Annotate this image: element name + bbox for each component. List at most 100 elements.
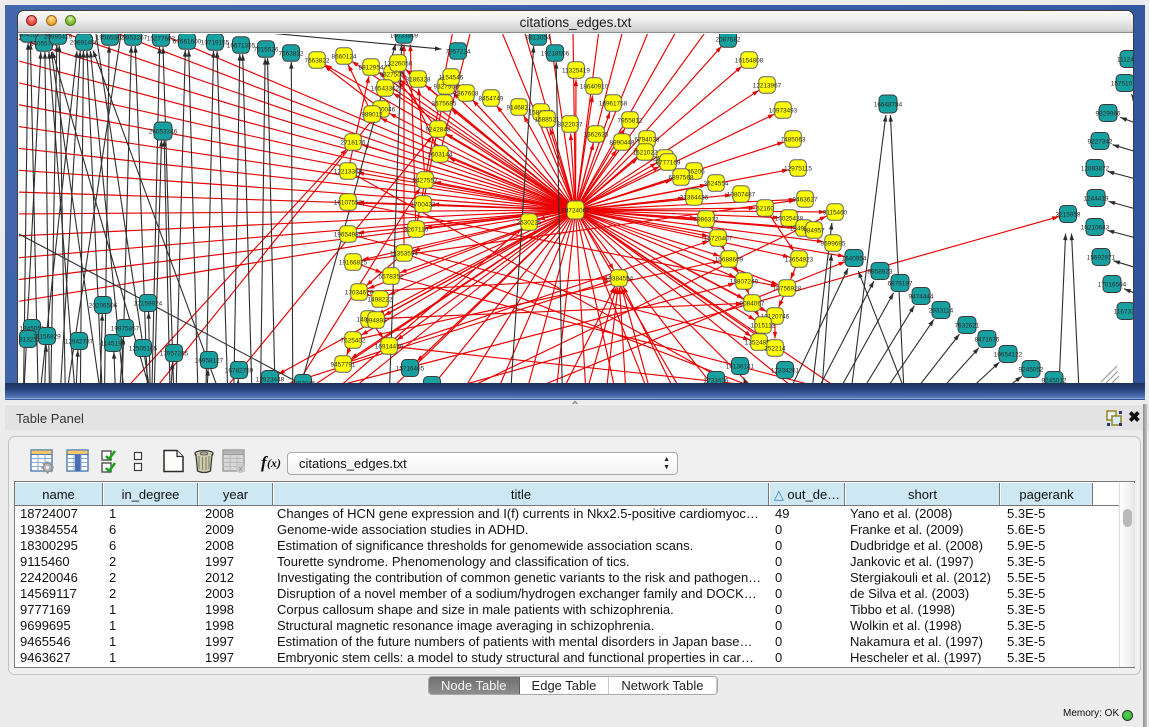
- svg-text:7663822: 7663822: [305, 58, 330, 65]
- svg-text:11353594: 11353594: [390, 251, 418, 258]
- svg-text:16648784: 16648784: [874, 102, 903, 109]
- svg-text:x: x: [239, 466, 243, 473]
- svg-text:18807249: 18807249: [730, 279, 759, 286]
- svg-text:16107552: 16107552: [334, 200, 363, 207]
- svg-text:15716485: 15716485: [396, 366, 425, 373]
- svg-text:(x): (x): [267, 456, 281, 470]
- svg-text:17159924: 17159924: [134, 301, 163, 308]
- svg-text:10973493: 10973493: [769, 108, 798, 115]
- svg-text:3675685: 3675685: [432, 101, 457, 108]
- svg-text:252214: 252214: [764, 346, 786, 353]
- svg-text:984957: 984957: [803, 228, 825, 235]
- svg-text:3215958: 3215958: [1056, 212, 1081, 219]
- svg-text:15277602: 15277602: [147, 36, 176, 43]
- svg-text:8958923: 8958923: [868, 269, 893, 276]
- svg-text:1112447: 1112447: [1117, 57, 1134, 64]
- svg-text:20691406: 20691406: [70, 40, 99, 47]
- svg-text:10756928: 10756928: [773, 286, 802, 293]
- svg-text:10210643: 10210643: [1081, 225, 1110, 232]
- svg-text:9245052: 9245052: [1019, 367, 1044, 374]
- svg-text:1588521: 1588521: [535, 117, 560, 124]
- svg-text:994893: 994893: [365, 318, 387, 325]
- svg-text:8454749: 8454749: [479, 96, 504, 103]
- svg-text:9474444: 9474444: [909, 294, 934, 301]
- svg-text:16961758: 16961758: [599, 101, 628, 108]
- svg-text:18724007: 18724007: [561, 208, 590, 215]
- svg-text:12213967: 12213967: [753, 83, 782, 90]
- svg-text:10688609: 10688609: [715, 257, 744, 264]
- svg-text:8813054: 8813054: [526, 35, 551, 42]
- svg-text:12942737: 12942737: [65, 339, 94, 346]
- svg-text:15692971: 15692971: [1087, 255, 1116, 262]
- svg-text:7957224: 7957224: [446, 49, 471, 56]
- svg-text:16543362: 16543362: [371, 86, 400, 93]
- svg-text:7986372: 7986372: [694, 217, 719, 224]
- svg-text:9327505: 9327505: [380, 72, 405, 79]
- svg-text:12213369: 12213369: [334, 169, 363, 176]
- svg-text:16782759: 16782759: [225, 368, 254, 375]
- svg-text:12093872: 12093872: [1081, 166, 1110, 173]
- svg-text:2718176: 2718176: [341, 140, 366, 147]
- svg-text:1015112: 1015112: [751, 323, 776, 330]
- svg-text:1640954: 1640954: [842, 256, 867, 263]
- svg-text:13654923: 13654923: [785, 257, 814, 264]
- svg-text:9115460: 9115460: [823, 210, 848, 217]
- svg-text:14136141: 14136141: [726, 364, 755, 371]
- svg-text:1154546: 1154546: [439, 75, 464, 82]
- svg-text:12505105: 12505105: [129, 346, 158, 353]
- svg-text:10719155: 10719155: [201, 40, 230, 47]
- svg-text:2933114: 2933114: [929, 308, 954, 315]
- svg-text:17334261: 17334261: [771, 368, 800, 375]
- svg-text:5578352: 5578352: [379, 274, 404, 281]
- svg-text:7515526: 7515526: [254, 47, 279, 54]
- svg-text:9699695: 9699695: [821, 241, 846, 248]
- svg-text:17034678: 17034678: [345, 290, 374, 297]
- svg-text:1167334: 1167334: [1114, 309, 1134, 316]
- svg-text:19218506: 19218506: [541, 51, 570, 58]
- svg-text:7632621: 7632621: [955, 323, 980, 330]
- svg-text:15751074: 15751074: [1111, 81, 1134, 88]
- svg-text:16671355: 16671355: [227, 43, 256, 50]
- svg-text:21364436: 21364436: [680, 195, 709, 202]
- svg-text:9242848: 9242848: [426, 127, 451, 134]
- svg-text:26053346: 26053346: [149, 129, 178, 136]
- svg-text:7625402: 7625402: [341, 338, 366, 345]
- svg-text:2530225: 2530225: [517, 220, 542, 227]
- svg-text:1145190: 1145190: [101, 341, 126, 348]
- svg-text:13226058: 13226058: [384, 61, 413, 68]
- svg-text:6897568: 6897568: [669, 175, 694, 182]
- svg-text:1244419: 1244419: [1084, 196, 1109, 203]
- svg-text:10807487: 10807487: [727, 192, 756, 199]
- svg-text:9777169: 9777169: [656, 160, 681, 167]
- svg-text:20206506: 20206506: [89, 303, 118, 310]
- svg-text:6879197: 6879197: [888, 281, 913, 288]
- svg-text:1700432: 1700432: [411, 202, 436, 209]
- svg-text:67661600: 67661600: [173, 39, 202, 46]
- svg-text:19384554: 19384554: [605, 276, 634, 283]
- svg-text:12975115: 12975115: [784, 166, 812, 173]
- svg-text:8186328: 8186328: [406, 77, 431, 84]
- svg-text:9227342: 9227342: [1088, 139, 1113, 146]
- svg-text:16154808: 16154808: [735, 58, 764, 65]
- svg-text:62160: 62160: [756, 206, 774, 213]
- svg-text:9329966: 9329966: [1096, 111, 1121, 118]
- svg-text:2367608: 2367608: [454, 91, 479, 98]
- svg-text:7485063: 7485063: [781, 137, 806, 144]
- svg-text:10853267: 10853267: [119, 35, 148, 42]
- svg-text:8912954: 8912954: [359, 65, 384, 72]
- svg-text:7663822: 7663822: [279, 51, 304, 58]
- svg-text:8990448: 8990448: [610, 140, 635, 147]
- svg-text:16914479: 16914479: [375, 344, 404, 351]
- svg-text:8427552: 8427552: [413, 178, 438, 185]
- svg-text:9457791: 9457791: [331, 362, 356, 369]
- svg-text:18640910: 18640910: [580, 84, 609, 91]
- svg-text:9463627: 9463627: [793, 197, 818, 204]
- svg-text:11325419: 11325419: [562, 68, 590, 75]
- svg-text:1362635: 1362635: [584, 132, 609, 139]
- svg-text:7955812: 7955812: [618, 118, 643, 125]
- svg-text:15720407: 15720407: [704, 236, 733, 243]
- svg-text:19654985: 19654985: [334, 232, 363, 239]
- svg-text:19166825: 19166825: [339, 260, 368, 267]
- svg-text:17016504: 17016504: [1098, 282, 1127, 289]
- svg-text:11156829: 11156829: [33, 334, 61, 341]
